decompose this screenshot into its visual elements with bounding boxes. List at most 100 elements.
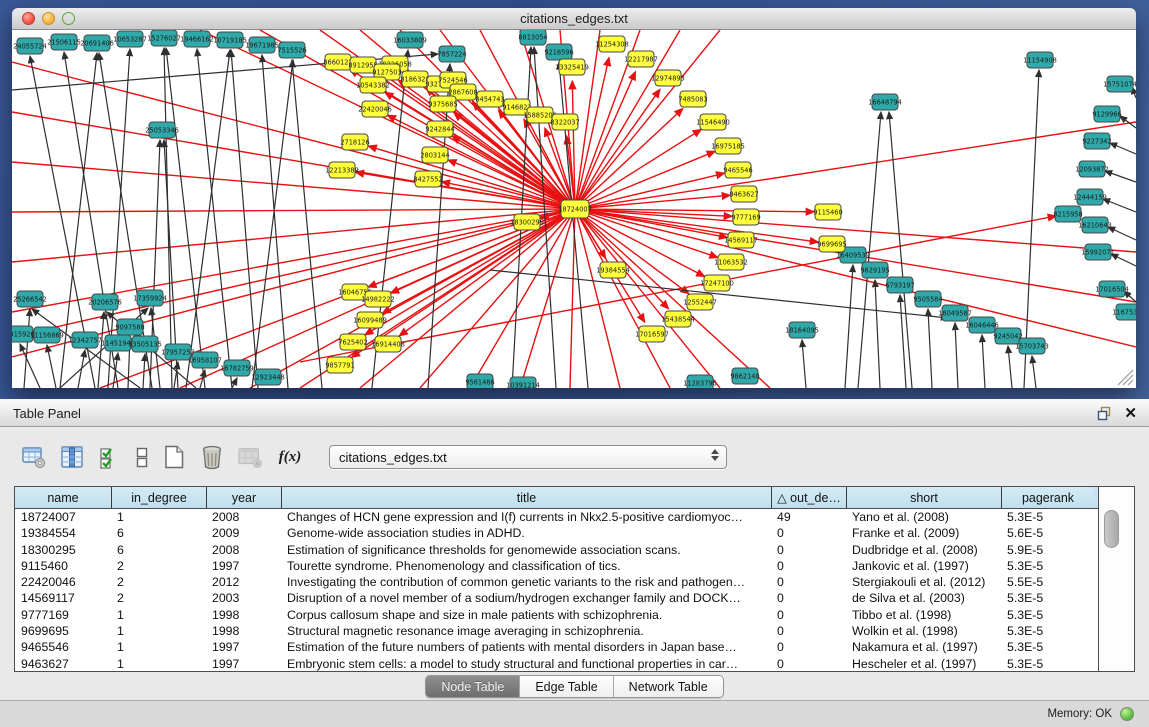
graph-node[interactable]: 25053346 [145, 122, 179, 138]
cell-in_degree[interactable]: 1 [111, 656, 206, 672]
graph-node[interactable]: 9097588 [115, 319, 144, 335]
cell-name[interactable]: 19384554 [15, 525, 111, 541]
cell-pagerank[interactable]: 5.9E-5 [1001, 542, 1094, 558]
citation-edge[interactable] [802, 340, 806, 388]
graph-node[interactable]: 15992071 [1081, 244, 1115, 260]
cell-pagerank[interactable]: 5.3E-5 [1001, 590, 1094, 606]
tab-node-table[interactable]: Node Table [426, 676, 519, 697]
citation-edge[interactable] [575, 209, 1136, 252]
citation-edge[interactable] [1103, 199, 1136, 212]
cell-title[interactable]: Tourette syndrome. Phenomenology and cla… [281, 558, 771, 574]
graph-node[interactable]: 15751074 [1103, 76, 1136, 92]
cell-out_degree[interactable]: 0 [771, 574, 846, 590]
cell-out_degree[interactable]: 0 [771, 656, 846, 672]
graph-node-hub[interactable]: 18724007 [558, 200, 592, 218]
graph-node[interactable]: 8427552 [413, 171, 442, 187]
graph-node[interactable]: 20206576 [88, 294, 122, 310]
citation-edge[interactable] [470, 209, 575, 388]
graph-node[interactable]: 20691406 [80, 35, 114, 51]
graph-node[interactable]: 12213389 [325, 162, 359, 178]
graph-node[interactable]: 9699695 [817, 236, 846, 252]
graph-node[interactable]: 9115460 [813, 204, 842, 220]
table-row[interactable]: 1830029562008Estimation of significance … [15, 542, 1098, 558]
table-row[interactable]: 911546021997Tourette syndrome. Phenomeno… [15, 558, 1098, 574]
cell-in_degree[interactable]: 6 [111, 525, 206, 541]
graph-node[interactable]: 12974893 [651, 70, 685, 86]
resize-grip-icon[interactable] [1118, 370, 1133, 385]
cell-year[interactable]: 1998 [206, 623, 281, 639]
cell-year[interactable]: 2003 [206, 590, 281, 606]
graph-node[interactable]: 9227342 [1082, 133, 1111, 149]
graph-node[interactable]: 9505584 [913, 291, 942, 307]
citation-edge[interactable] [47, 345, 56, 388]
column-header-out_degree[interactable]: △ out_de… [771, 487, 846, 508]
graph-node[interactable]: 16033809 [393, 32, 427, 48]
cell-in_degree[interactable]: 2 [111, 558, 206, 574]
graph-node[interactable]: 7485083 [678, 91, 707, 107]
graph-node[interactable]: 19466162 [180, 31, 214, 47]
cell-short[interactable]: Franke et al. (2009) [846, 525, 1001, 541]
minimize-window-icon[interactable] [42, 12, 55, 25]
graph-node[interactable]: 9463627 [729, 186, 758, 202]
citation-edge[interactable] [889, 112, 912, 388]
graph-node[interactable]: 16975185 [711, 138, 745, 154]
cell-title[interactable]: Changes of HCN gene expression and I(f) … [281, 509, 771, 525]
graph-node[interactable]: 12342757 [68, 332, 102, 348]
graph-node[interactable]: 8813054 [518, 30, 547, 45]
citation-edge[interactable] [575, 129, 701, 209]
tab-edge-table[interactable]: Edge Table [519, 676, 612, 697]
cell-pagerank[interactable]: 5.5E-5 [1001, 574, 1094, 590]
graph-node[interactable]: 12923448 [251, 369, 285, 385]
citation-edge[interactable] [575, 209, 818, 242]
graph-node[interactable]: 17016504 [1095, 281, 1129, 297]
column-header-name[interactable]: name [15, 487, 111, 508]
cell-year[interactable]: 2008 [206, 542, 281, 558]
citation-edge[interactable] [845, 265, 853, 388]
network-window-titlebar[interactable]: citations_edges.txt [12, 8, 1136, 30]
citation-edge[interactable] [875, 280, 880, 388]
graph-node[interactable]: 13505135 [128, 336, 162, 352]
graph-node[interactable]: 14569117 [724, 232, 758, 248]
cell-short[interactable]: Jankovic et al. (1997) [846, 558, 1001, 574]
clear-selection-icon[interactable] [135, 444, 149, 470]
cell-pagerank[interactable]: 5.3E-5 [1001, 623, 1094, 639]
citation-edge[interactable] [955, 323, 958, 388]
cell-name[interactable]: 9465546 [15, 639, 111, 655]
citation-edge[interactable] [197, 49, 232, 388]
cell-short[interactable]: Hescheler et al. (1997) [846, 656, 1001, 672]
graph-node[interactable]: 17016597 [635, 326, 669, 342]
citation-edge[interactable] [388, 115, 575, 209]
graph-node[interactable]: 9561486 [465, 374, 494, 388]
graph-node[interactable]: 10391214 [506, 377, 540, 388]
graph-node[interactable]: 8215958 [1053, 206, 1082, 222]
graph-node[interactable]: 9242844 [425, 121, 454, 137]
delete-columns-icon[interactable] [237, 444, 263, 470]
graph-node[interactable]: 11154908 [1023, 52, 1057, 68]
cell-name[interactable]: 22420046 [15, 574, 111, 590]
graph-node[interactable]: 11675331 [1112, 304, 1136, 320]
graph-node[interactable]: 9629195 [860, 262, 889, 278]
graph-node[interactable]: 7857224 [437, 46, 466, 62]
graph-node[interactable]: 2718126 [340, 134, 369, 150]
cell-name[interactable]: 9463627 [15, 656, 111, 672]
cell-name[interactable]: 18300295 [15, 542, 111, 558]
graph-node[interactable]: 12444159 [1073, 189, 1107, 205]
table-row[interactable]: 1872400712008Changes of HCN gene express… [15, 509, 1098, 525]
graph-node[interactable]: 19384554 [596, 262, 630, 278]
table-options-icon[interactable] [21, 444, 47, 470]
cell-out_degree[interactable]: 0 [771, 590, 846, 606]
cell-title[interactable]: Estimation of the future numbers of pati… [281, 639, 771, 655]
citation-edge[interactable] [928, 309, 932, 388]
graph-node[interactable]: 10719185 [213, 32, 247, 48]
citation-edge[interactable] [575, 109, 683, 209]
citation-edge[interactable] [352, 209, 575, 357]
column-header-in_degree[interactable]: in_degree [111, 487, 206, 508]
column-header-title[interactable]: title [281, 487, 771, 508]
cell-title[interactable]: Estimation of significance thresholds fo… [281, 542, 771, 558]
graph-node[interactable]: 18164095 [785, 322, 819, 338]
cell-year[interactable]: 1998 [206, 607, 281, 623]
close-panel-icon[interactable]: ✕ [1124, 406, 1137, 421]
column-header-year[interactable]: year [206, 487, 281, 508]
cell-out_degree[interactable]: 0 [771, 623, 846, 639]
citation-edge[interactable] [1105, 171, 1136, 182]
